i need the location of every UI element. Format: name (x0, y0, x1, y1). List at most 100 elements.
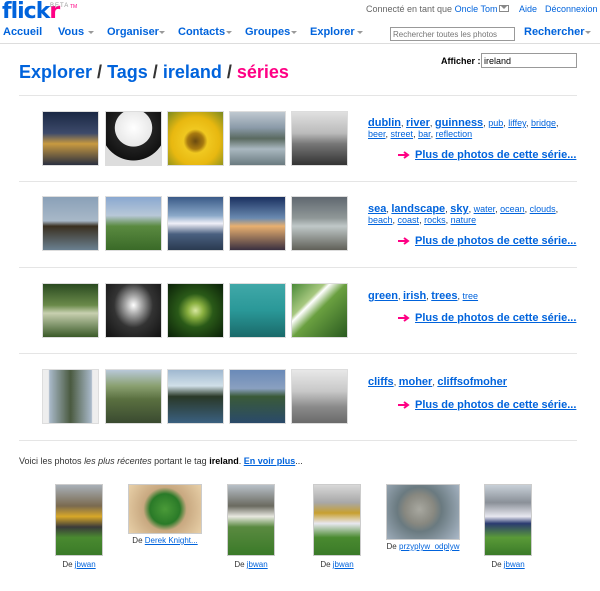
author-link[interactable]: jbwan (504, 560, 525, 569)
by-label: De (62, 560, 73, 569)
tag-link[interactable]: ocean (500, 204, 525, 214)
tag-link[interactable]: landscape (391, 203, 445, 215)
tag-link[interactable]: sky (450, 203, 468, 215)
recent-photo[interactable] (227, 484, 275, 556)
chevron-down-icon[interactable] (159, 31, 165, 34)
nav-contacts[interactable]: Contacts (178, 26, 225, 38)
tag-link[interactable]: bridge (531, 118, 556, 128)
tag-link[interactable]: rocks (424, 215, 446, 225)
series-photo[interactable] (42, 111, 99, 166)
recent-photo[interactable] (128, 484, 202, 534)
tag-link[interactable]: liffey (508, 118, 526, 128)
series-photo[interactable] (167, 283, 224, 338)
tag-link[interactable]: moher (399, 376, 433, 388)
tag-display-input[interactable] (481, 53, 577, 68)
logo-text-blue: flick (2, 0, 50, 24)
tag-link[interactable]: green (368, 290, 398, 302)
recent-photo[interactable] (386, 484, 460, 540)
chevron-down-icon[interactable] (226, 31, 232, 34)
series-photo[interactable] (291, 369, 348, 424)
series-photo[interactable] (229, 111, 286, 166)
recent-photo[interactable] (484, 484, 532, 556)
series-photo[interactable] (291, 196, 348, 251)
tag-link[interactable]: cliffsofmoher (437, 376, 507, 388)
nav-explorer[interactable]: Explorer (310, 26, 355, 38)
logout-link[interactable]: Déconnexion (545, 4, 598, 14)
tag-link[interactable]: beach (368, 215, 393, 225)
search-input[interactable] (390, 27, 515, 41)
search-button[interactable]: Rechercher (524, 26, 585, 38)
more-photos-link[interactable]: Plus de photos de cette série... (415, 235, 576, 247)
author-link[interactable]: jbwan (333, 560, 354, 569)
tag-link[interactable]: nature (451, 215, 477, 225)
series-photo[interactable] (42, 283, 99, 338)
series-photo[interactable] (167, 111, 224, 166)
series-photo[interactable] (167, 369, 224, 424)
page-title: Explorer / Tags / ireland / séries (19, 62, 289, 83)
nav-accueil[interactable]: Accueil (3, 26, 42, 38)
breadcrumb-tags[interactable]: Tags (107, 62, 148, 82)
recent-prefix: Voici les photos (19, 456, 82, 466)
by-label: De (234, 560, 245, 569)
tag-link[interactable]: coast (398, 215, 420, 225)
tag-link[interactable]: dublin (368, 117, 401, 129)
see-more-link[interactable]: En voir plus (244, 456, 296, 466)
connected-as: Connecté en tant que Oncle Tom (366, 4, 497, 14)
nav-groupes[interactable]: Groupes (245, 26, 290, 38)
tag-link[interactable]: tree (463, 291, 479, 301)
series-tags: dublin, river, guinness, pub, liffey, br… (368, 117, 559, 140)
tag-link[interactable]: cliffs (368, 376, 394, 388)
tag-link[interactable]: bar (418, 129, 431, 139)
series-photo[interactable] (229, 196, 286, 251)
tag-link[interactable]: sea (368, 203, 386, 215)
tag-link[interactable]: guinness (435, 117, 483, 129)
nav-organiser[interactable]: Organiser (107, 26, 159, 38)
author-link[interactable]: przyplyw_odplyw (399, 542, 459, 551)
more-photos-link[interactable]: Plus de photos de cette série... (415, 312, 576, 324)
tag-link[interactable]: street (391, 129, 414, 139)
tag-link[interactable]: river (406, 117, 430, 129)
tag-link[interactable]: beer (368, 129, 386, 139)
recent-photo[interactable] (55, 484, 103, 556)
tag-link[interactable]: water (474, 204, 496, 214)
user-link[interactable]: Oncle Tom (455, 4, 498, 14)
breadcrumb-tag[interactable]: ireland (163, 62, 222, 82)
author-link[interactable]: jbwan (75, 560, 96, 569)
recent-ellipsis: ... (295, 456, 303, 466)
tag-link[interactable]: clouds (530, 204, 556, 214)
help-link[interactable]: Aide (519, 4, 537, 14)
tag-link[interactable]: irish (403, 290, 426, 302)
series-photo[interactable] (105, 111, 162, 166)
nav-vous[interactable]: Vous (58, 26, 84, 38)
chevron-down-icon[interactable] (291, 31, 297, 34)
chevron-down-icon[interactable] (357, 31, 363, 34)
series-photo[interactable] (105, 283, 162, 338)
chevron-down-icon[interactable] (585, 31, 591, 34)
recent-photo[interactable] (313, 484, 361, 556)
divider (19, 95, 577, 96)
divider (19, 440, 577, 441)
author-link[interactable]: Derek Knight... (145, 536, 198, 545)
tag-link[interactable]: pub (488, 118, 503, 128)
more-photos-link[interactable]: Plus de photos de cette série... (415, 149, 576, 161)
series-photo[interactable] (42, 369, 99, 424)
recent-caption: De jbwan (227, 560, 275, 569)
tag-link[interactable]: reflection (436, 129, 473, 139)
series-photo[interactable] (291, 111, 348, 166)
recent-caption: De Derek Knight... (128, 536, 202, 545)
tag-link[interactable]: trees (431, 290, 457, 302)
recent-photos-intro: Voici les photos les plus récentes porta… (19, 456, 303, 466)
series-photo[interactable] (229, 283, 286, 338)
series-photo[interactable] (229, 369, 286, 424)
more-photos-link[interactable]: Plus de photos de cette série... (415, 399, 576, 411)
series-photo[interactable] (42, 196, 99, 251)
series-photo[interactable] (167, 196, 224, 251)
chevron-down-icon[interactable] (88, 31, 94, 34)
breadcrumb-explore[interactable]: Explorer (19, 62, 92, 82)
series-photo[interactable] (105, 196, 162, 251)
series-photo[interactable] (105, 369, 162, 424)
series-photo[interactable] (291, 283, 348, 338)
author-link[interactable]: jbwan (247, 560, 268, 569)
top-bar: flickr BETA TM Connecté en tant que Oncl… (0, 0, 600, 24)
mail-icon[interactable] (499, 5, 509, 12)
